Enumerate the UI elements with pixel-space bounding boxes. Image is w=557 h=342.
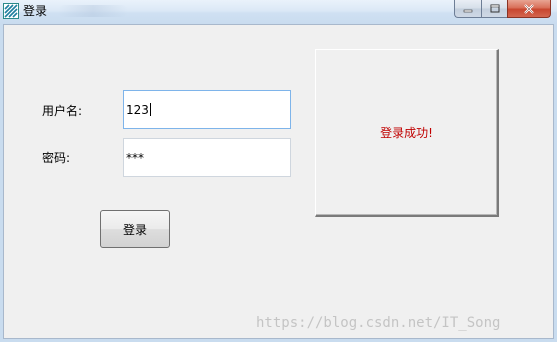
window-title: 登录 <box>23 4 48 18</box>
title-bar[interactable]: 登录 <box>0 0 557 24</box>
close-button[interactable] <box>507 0 551 18</box>
maximize-button[interactable] <box>481 0 507 18</box>
password-value: *** <box>126 150 144 165</box>
title-bar-blur <box>58 5 128 17</box>
minimize-button[interactable] <box>454 0 481 18</box>
maximize-icon <box>490 4 499 12</box>
password-label: 密码: <box>42 151 71 165</box>
result-message: 登录成功! <box>380 126 433 140</box>
caption-buttons <box>454 0 551 18</box>
login-button[interactable]: 登录 <box>100 210 170 248</box>
client-area: 用户名: 123 密码: *** 登录 登录成功! https://blog.c… <box>3 24 554 339</box>
username-input[interactable]: 123 <box>123 90 291 129</box>
password-input[interactable]: *** <box>123 138 291 177</box>
login-button-label: 登录 <box>122 222 147 237</box>
login-window: 登录 用户名: 123 密码: *** 登录 登录成功! https://blo… <box>0 0 557 342</box>
text-caret <box>149 103 151 116</box>
result-panel: 登录成功! <box>315 49 499 217</box>
username-value: 123 <box>126 102 149 117</box>
minimize-icon <box>463 9 473 12</box>
close-icon <box>524 3 534 14</box>
watermark: https://blog.csdn.net/IT_Song <box>256 315 501 331</box>
stripes-app-icon <box>3 3 19 19</box>
username-label: 用户名: <box>42 104 83 118</box>
